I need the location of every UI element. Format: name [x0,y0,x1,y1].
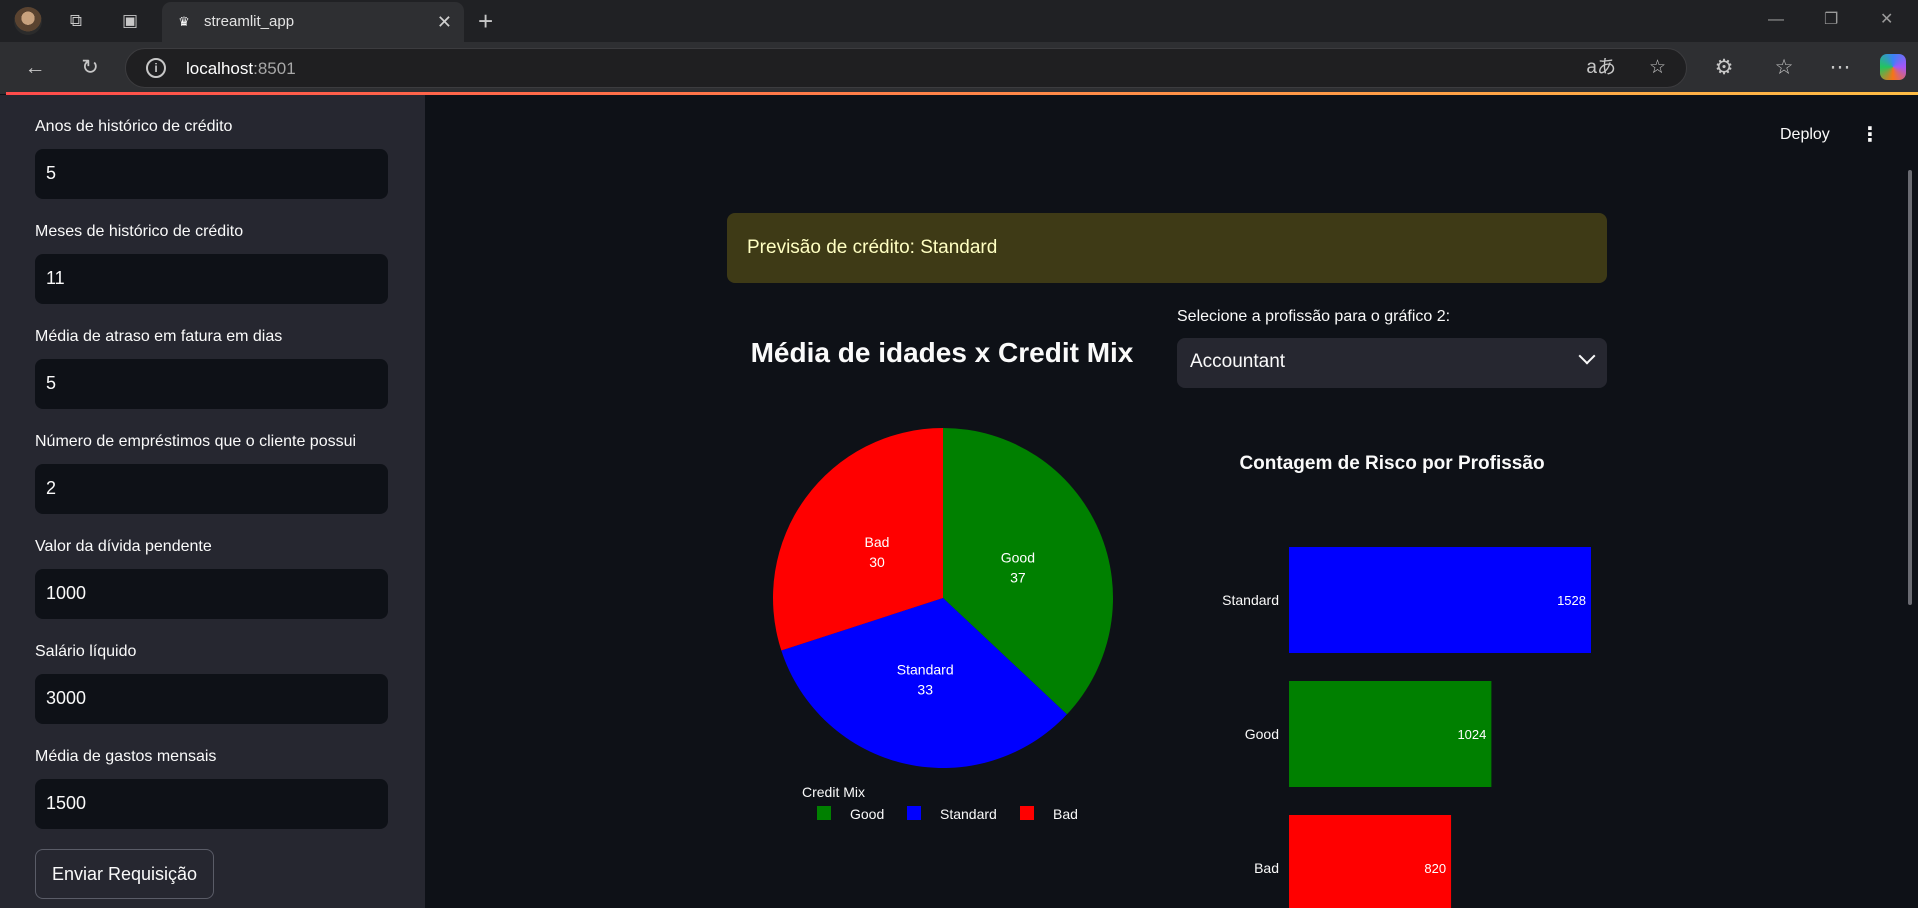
bar-category-label-good: Good [1245,726,1279,742]
browser-tab[interactable]: ♛ streamlit_app ✕ [162,2,464,42]
field-label-monthly-spending: Média de gastos mensais [35,748,217,765]
url-field[interactable]: i localhost:8501 aあ ☆ [125,48,1687,88]
legend-label-bad: Bad [1053,806,1078,822]
pie-label-good: Good [1001,550,1035,566]
legend-label-good: Good [850,806,884,822]
reload-icon[interactable]: ↻ [76,54,104,82]
chevron-down-icon [1578,347,1596,365]
back-icon[interactable]: ← [21,54,49,82]
pie-label-standard: Standard [897,662,954,678]
bar-value-label-standard: 1528 [1557,593,1586,608]
read-aloud-icon[interactable]: aあ [1586,57,1616,79]
deploy-button[interactable]: Deploy [1780,126,1830,144]
credit-prediction-alert: Previsão de crédito: Standard [727,213,1607,283]
legend-swatch-bad [1020,806,1034,820]
minimize-icon[interactable]: — [1768,8,1784,32]
streamlit-crown-icon: ♛ [178,14,190,29]
favorites-icon[interactable]: ☆ [1770,54,1798,82]
window-close-icon[interactable]: ✕ [1880,8,1893,32]
legend-swatch-good [817,806,831,820]
favorite-star-icon[interactable]: ☆ [1649,57,1666,79]
extensions-icon[interactable]: ⚙ [1710,54,1738,82]
submit-request-button[interactable]: Enviar Requisição [35,849,214,899]
profession-select-label: Selecione a profissão para o gráfico 2: [1177,308,1451,325]
tab-title: streamlit_app [204,13,295,30]
more-menu-icon[interactable]: ⋯ [1826,54,1854,82]
credit-mix-pie-chart: Good 37 Standard 33 Bad 30 Credit Mix Good Stand… [773,428,1113,822]
pie-value-bad: 30 [869,554,885,570]
risk-count-bar-chart: Standard 1528 Good 1024 Bad 820 [1222,547,1591,908]
bar-category-label-bad: Bad [1254,860,1279,876]
legend-swatch-standard [907,806,921,820]
outstanding-debt-input[interactable]: 1000 [35,569,388,619]
site-info-icon[interactable]: i [146,58,166,78]
url-host: localhost [186,59,254,78]
credit-history-months-input[interactable]: 11 [35,254,388,304]
pie-label-bad: Bad [865,534,890,550]
field-label-credit-history-months: Meses de histórico de crédito [35,223,244,240]
field-label-credit-history-years: Anos de histórico de crédito [35,118,233,135]
monthly-spending-input[interactable]: 1500 [35,779,388,829]
browser-tab-bar: ⧉ ▣ ♛ streamlit_app ✕ + — ❐ ✕ [0,0,1918,42]
profession-select[interactable]: Accountant [1177,338,1607,388]
url-port: :8501 [253,59,296,78]
field-label-loan-count: Número de empréstimos que o cliente poss… [35,433,357,450]
profession-select-value: Accountant [1190,351,1286,372]
close-tab-icon[interactable]: ✕ [437,10,452,34]
pie-value-standard: 33 [917,682,933,698]
profile-avatar[interactable] [14,7,42,35]
net-salary-input[interactable]: 3000 [35,674,388,724]
bar-value-label-bad: 820 [1424,861,1446,876]
new-tab-icon[interactable]: + [478,7,493,35]
field-label-net-salary: Salário líquido [35,643,137,660]
url-text: localhost:8501 [186,59,296,79]
scrollbar[interactable] [1908,170,1912,605]
avg-delay-days-input[interactable]: 5 [35,359,388,409]
workspaces-icon[interactable]: ⧉ [64,9,88,33]
restore-icon[interactable]: ❐ [1824,8,1838,32]
field-label-outstanding-debt: Valor da dívida pendente [35,538,212,555]
pie-chart-title: Média de idades x Credit Mix [750,337,1134,368]
address-bar-row: ← ↻ i localhost:8501 aあ ☆ ⚙ ☆ ⋯ [0,42,1918,94]
loan-count-input[interactable]: 2 [35,464,388,514]
copilot-icon[interactable] [1880,54,1906,80]
bar-category-label-standard: Standard [1222,592,1279,608]
credit-history-years-input[interactable]: 5 [35,149,388,199]
main-menu-icon[interactable]: ⋮ [1860,124,1880,146]
field-label-avg-delay-days: Média de atraso em fatura em dias [35,328,283,345]
bar-chart-title: Contagem de Risco por Profissão [1239,453,1545,474]
pie-value-good: 37 [1010,570,1026,586]
vertical-tabs-icon[interactable]: ▣ [118,9,142,33]
legend-label-standard: Standard [940,806,997,822]
legend-title: Credit Mix [802,784,865,800]
bar-value-label-good: 1024 [1457,727,1486,742]
bar-standard [1289,547,1591,653]
